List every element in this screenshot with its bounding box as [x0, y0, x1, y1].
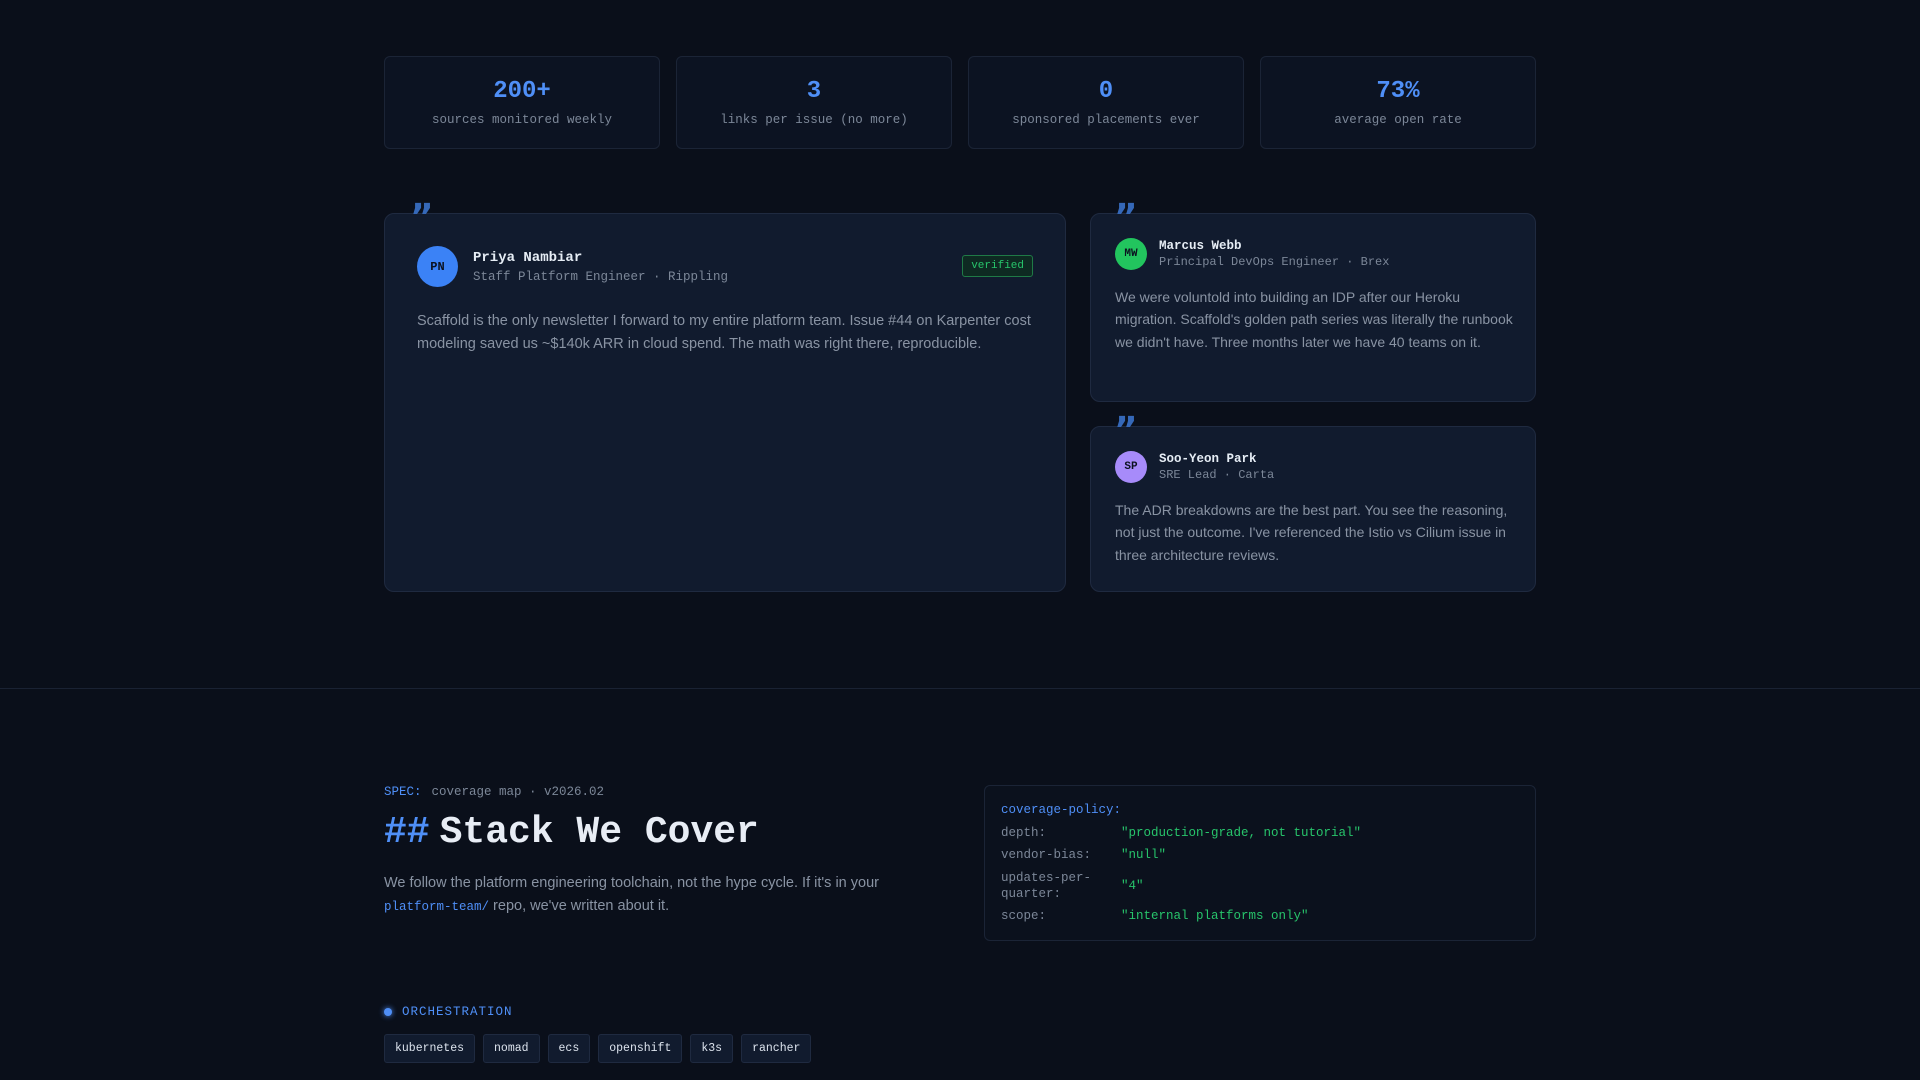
tag-kubernetes[interactable]: kubernetes [384, 1034, 476, 1063]
stat-label: average open rate [1334, 113, 1462, 127]
tag-list: kubernetes nomad ecs openshift k3s ranch… [384, 1034, 812, 1063]
policy-row: depth: "production-grade, not tutorial" [1001, 825, 1519, 841]
stat-value: 0 [1098, 78, 1114, 105]
policy-key: vendor-bias: [1001, 848, 1092, 863]
section-lead: We follow the platform engineering toolc… [384, 872, 944, 918]
avatar: MW [1115, 238, 1147, 270]
avatar: SP [1115, 451, 1147, 483]
testimonial-card-featured: ” PN Priya Nambiar Staff Platform Engine… [384, 200, 1066, 592]
verified-badge: verified [962, 255, 1033, 277]
tag-k3s[interactable]: k3s [690, 1034, 734, 1063]
stat-value: 3 [806, 78, 822, 105]
testimonial-text: The ADR breakdowns are the best part. Yo… [1115, 502, 1508, 563]
policy-value: "production-grade, not tutorial" [1121, 826, 1362, 840]
stat-card: 73% average open rate [1260, 56, 1536, 149]
tag-nomad[interactable]: nomad [483, 1034, 540, 1063]
spec-key: SPEC: [384, 785, 422, 799]
heading-hash: ## [384, 811, 430, 854]
author-name: Marcus Webb [1159, 239, 1242, 253]
policy-value: "internal platforms only" [1121, 909, 1309, 923]
testimonial-text: We were voluntold into building an IDP a… [1115, 289, 1513, 350]
policy-row: vendor-bias: "null" [1001, 847, 1519, 863]
lead-text: repo, we've written about it. [489, 898, 670, 915]
status-dot-icon [384, 1008, 392, 1016]
author-role: Principal DevOps Engineer · Brex [1159, 255, 1390, 269]
quote-icon: ” [1114, 197, 1138, 238]
tag-openshift[interactable]: openshift [598, 1034, 683, 1063]
policy-key: updates-per-quarter: [1001, 870, 1092, 901]
testimonial-card: ” SP Soo-Yeon Park SRE Lead · Carta The … [1090, 413, 1536, 592]
lead-text: We follow the platform engineering toolc… [384, 875, 879, 891]
stat-card: 200+ sources monitored weekly [384, 56, 660, 149]
stat-label: links per issue (no more) [720, 113, 908, 127]
policy-value: "null" [1121, 848, 1167, 863]
spec-value: coverage map · v2026.02 [431, 785, 605, 799]
section-divider [0, 688, 1920, 689]
orchestration-header: ORCHESTRATION [384, 1005, 811, 1019]
policy-row: updates-per-quarter: "4" [1001, 870, 1519, 903]
coverage-policy-block: coverage-policy: depth: "production-grad… [984, 785, 1536, 941]
stat-card: 0 sponsored placements ever [968, 56, 1244, 149]
stat-label: sources monitored weekly [431, 113, 613, 127]
author-name: Priya Nambiar [473, 250, 583, 266]
repo-path-code: platform-team/ [384, 900, 490, 915]
testimonial-text: Scaffold is the only newsletter I forwar… [417, 313, 1031, 353]
author-role: SRE Lead · Carta [1159, 468, 1275, 482]
testimonial-card: ” MW Marcus Webb Principal DevOps Engine… [1090, 200, 1536, 402]
tag-rancher[interactable]: rancher [741, 1034, 812, 1063]
spec-line: SPEC: coverage map · v2026.02 [384, 785, 604, 799]
stats-row: 200+ sources monitored weekly 3 links pe… [384, 56, 1536, 149]
heading-text: Stack We Cover [439, 811, 759, 854]
tag-ecs[interactable]: ecs [547, 1034, 591, 1063]
quote-icon: ” [410, 197, 434, 238]
avatar: PN [417, 246, 458, 287]
orchestration-group: ORCHESTRATION kubernetes nomad ecs opens… [384, 1005, 812, 1063]
policy-row: scope: "internal platforms only" [1001, 908, 1519, 924]
policy-key: scope: [1001, 909, 1047, 923]
stat-value: 73% [1376, 78, 1420, 105]
section-title: ## Stack We Cover [384, 811, 759, 854]
policy-key: depth: [1001, 826, 1047, 840]
stat-card: 3 links per issue (no more) [676, 56, 952, 149]
policy-title: coverage-policy: [1001, 803, 1122, 817]
stat-value: 200+ [493, 78, 551, 105]
author-role: Staff Platform Engineer · Rippling [473, 270, 729, 284]
category-title: ORCHESTRATION [402, 1005, 513, 1019]
author-name: Soo-Yeon Park [1159, 452, 1257, 466]
quote-icon: ” [1114, 410, 1138, 451]
policy-value: "4" [1121, 878, 1144, 893]
stat-label: sponsored placements ever [1012, 113, 1200, 127]
